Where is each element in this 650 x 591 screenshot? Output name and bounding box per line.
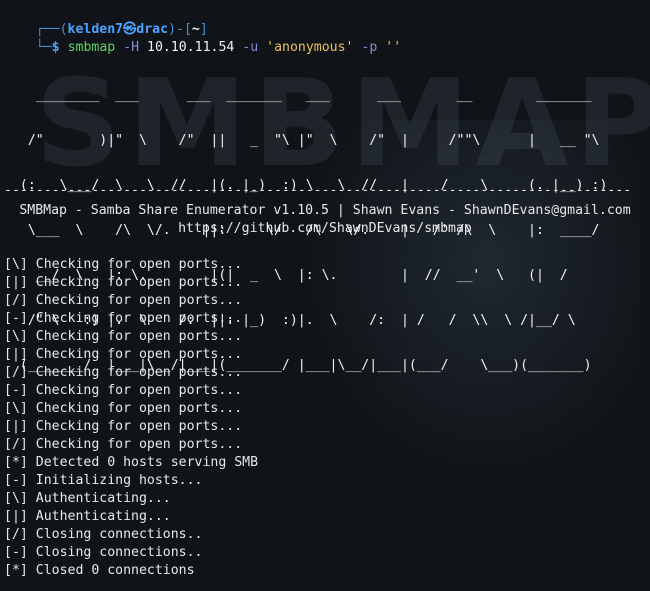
prompt-user-host: kelden7㉿drac — [67, 22, 169, 37]
prompt-corner-top: ┌──( — [35, 22, 68, 37]
output-line: [/] Checking for open ports... — [4, 437, 243, 452]
output-line: [|] Checking for open ports... — [4, 347, 243, 362]
output-line: [*] Detected 0 hosts serving SMB — [4, 455, 259, 470]
output-line: [*] Closed 0 connections — [4, 563, 195, 578]
prompt-corner-bottom: └─ — [35, 40, 52, 55]
output-line: [|] Authenticating... — [4, 509, 171, 524]
output-line: [\] Checking for open ports... — [4, 329, 243, 344]
output-line: [/] Closing connections.. — [4, 527, 203, 542]
output-line: [-] Checking for open ports... — [4, 311, 243, 326]
prompt-directory: ~ — [191, 22, 200, 37]
output-line: [\] Checking for open ports... — [4, 257, 243, 272]
output-line: [|] Checking for open ports... — [4, 275, 243, 290]
command-program: smbmap — [67, 40, 116, 55]
command-user: 'anonymous' — [266, 40, 354, 55]
output-line: [\] Authenticating... — [4, 491, 171, 506]
terminal-window[interactable]: ┌──(kelden7㉿drac)-[~] └─$ smbmap -H 10.1… — [4, 3, 646, 55]
tool-info-line: SMBMap - Samba Share Enumerator v1.10.5 … — [19, 203, 631, 218]
command-pass: '' — [385, 40, 402, 55]
banner-line: /" )|" \ /" || _ "\ |" \ /" | /""\ | __ … — [4, 133, 600, 148]
tool-url-line: https://github.com/ShawnDEvans/smbmap — [178, 221, 472, 236]
banner-line: ________ ___ ___ _______ ___ ___ __ ____… — [4, 88, 592, 103]
output-line: [/] Checking for open ports... — [4, 293, 243, 308]
prompt-separator: )-[ — [168, 22, 192, 37]
prompt-bracket-end: ] — [199, 22, 208, 37]
prompt-dollar: $ — [51, 40, 60, 55]
output-line: [-] Checking for open ports... — [4, 383, 243, 398]
command-flag-user: -u — [242, 40, 259, 55]
scan-output: [\] Checking for open ports... [|] Check… — [4, 256, 258, 580]
output-line: [/] Checking for open ports... — [4, 365, 243, 380]
command-flag-pass: -p — [361, 40, 378, 55]
output-line: [|] Checking for open ports... — [4, 419, 243, 434]
separator-line: ----------------------------------------… — [4, 183, 632, 198]
output-line: [-] Closing connections.. — [4, 545, 203, 560]
prompt-line: ┌──(kelden7㉿drac)-[~] — [4, 3, 646, 37]
output-line: [\] Checking for open ports... — [4, 401, 243, 416]
output-line: [-] Initializing hosts... — [4, 473, 203, 488]
command-flag-host: -H — [123, 40, 140, 55]
command-host: 10.10.11.54 — [147, 40, 235, 55]
